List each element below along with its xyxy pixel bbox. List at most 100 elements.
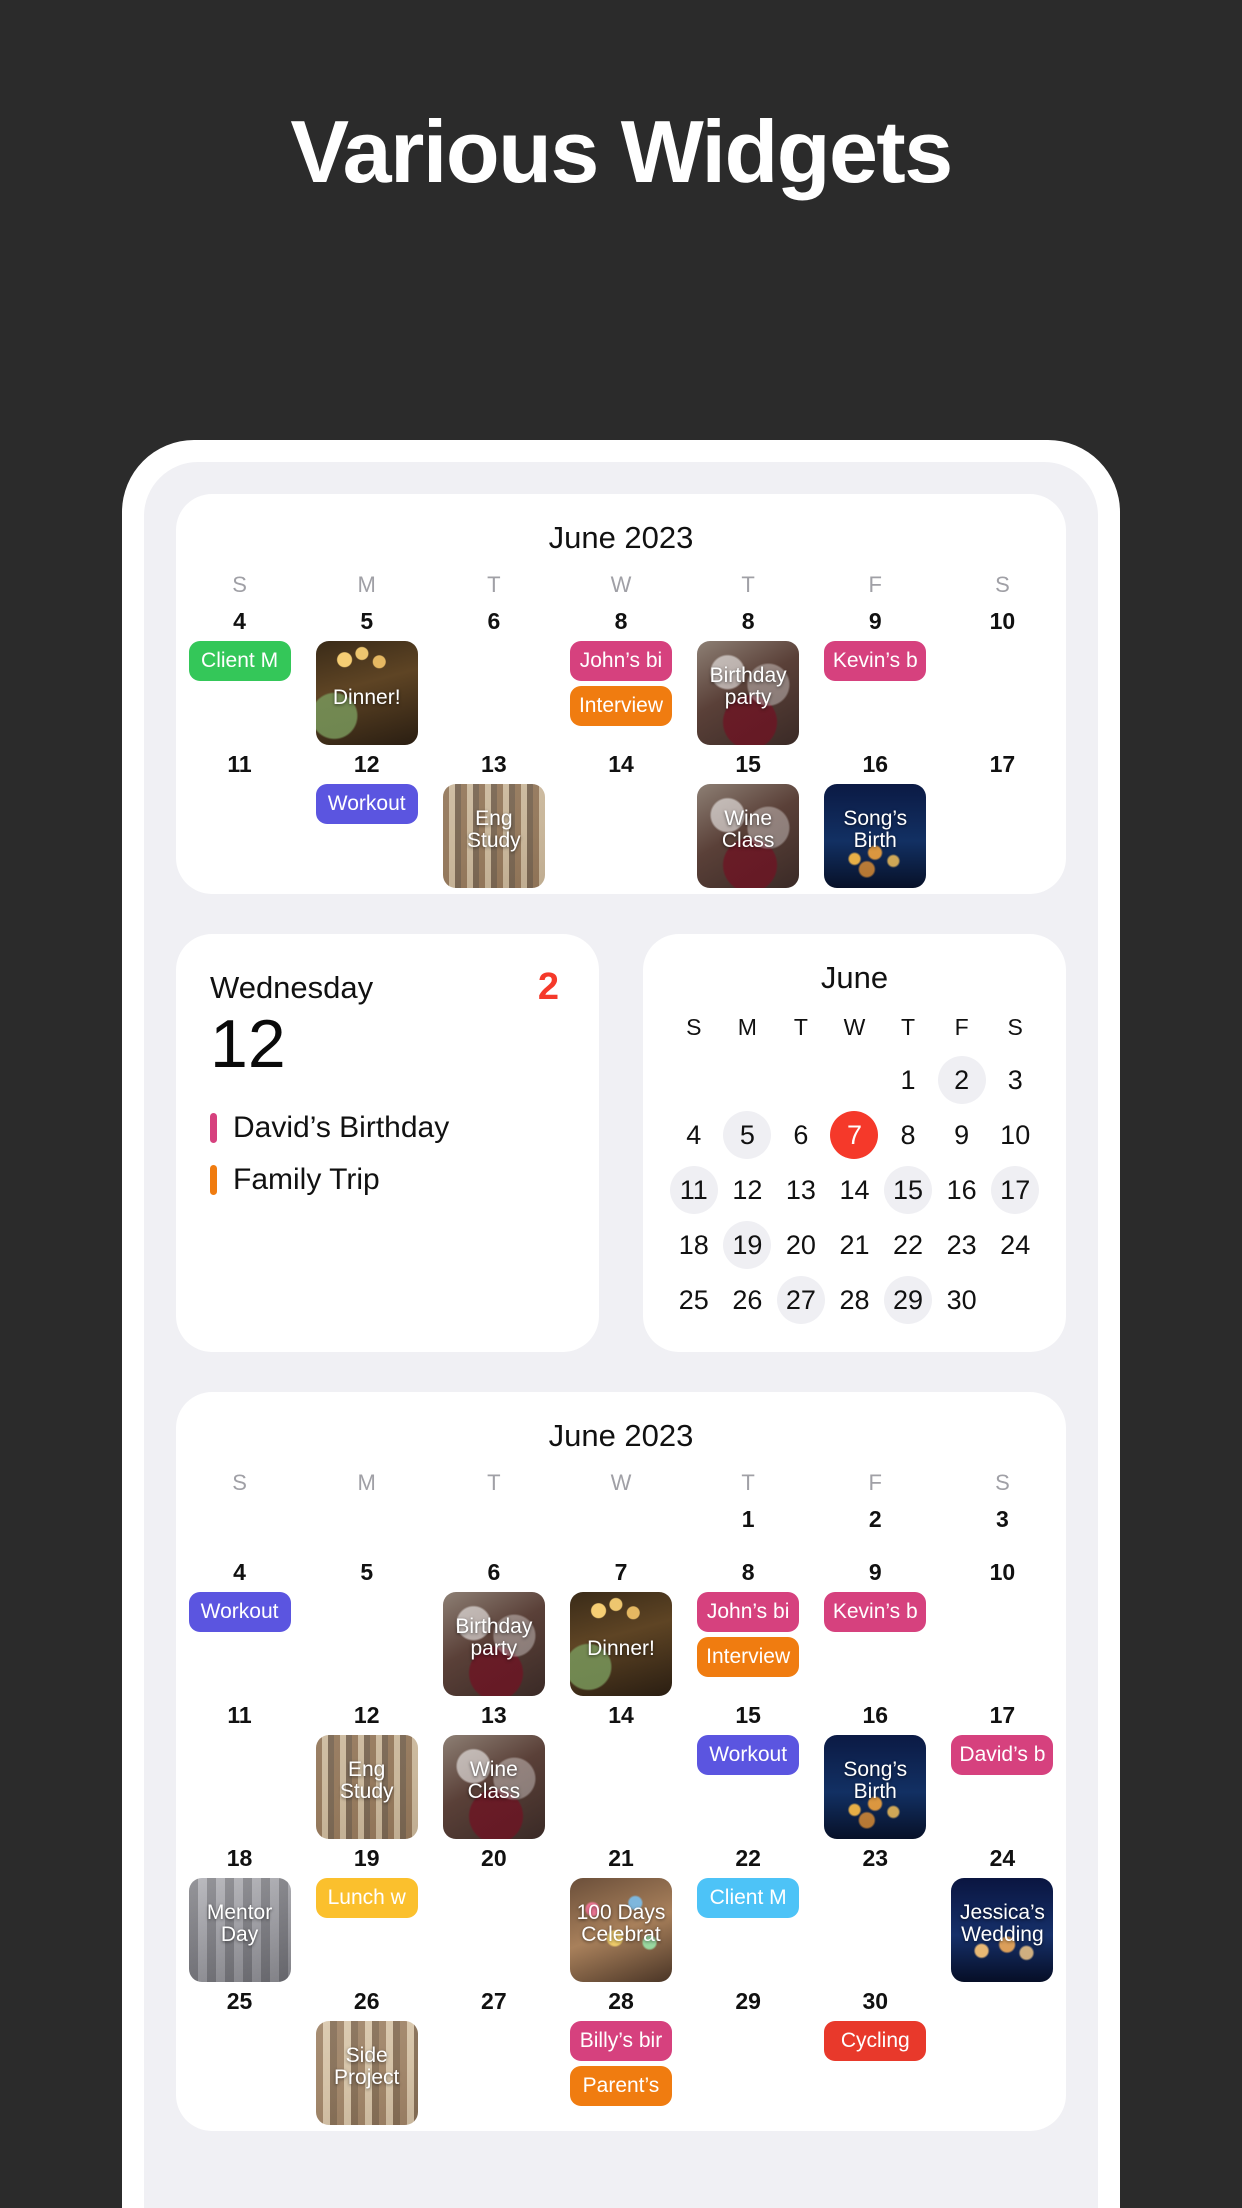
day-number[interactable]: 9 xyxy=(812,608,939,641)
day-number[interactable]: 8 xyxy=(685,608,812,641)
day-number[interactable]: 15 xyxy=(685,751,812,784)
mini-day-number[interactable]: 30 xyxy=(938,1276,986,1324)
mini-day-number[interactable]: 29 xyxy=(884,1276,933,1324)
event-photo-tile[interactable]: Birthday party xyxy=(442,1592,545,1696)
widget-day[interactable]: Wednesday 2 12 David’s Birthday Family Tr… xyxy=(176,934,599,1352)
event-photo-tile[interactable]: Eng Study xyxy=(442,784,545,888)
day-cell[interactable] xyxy=(430,641,557,751)
mini-day-cell[interactable]: 2 xyxy=(935,1056,989,1104)
day-cell[interactable]: 100 Days Celebrat xyxy=(557,1878,684,1988)
day-number[interactable]: 5 xyxy=(303,608,430,641)
day-cell[interactable] xyxy=(939,1592,1066,1702)
day-number[interactable]: 6 xyxy=(430,608,557,641)
day-number[interactable]: 10 xyxy=(939,1559,1066,1592)
day-number[interactable]: 21 xyxy=(557,1845,684,1878)
day-number[interactable]: 27 xyxy=(430,1988,557,2021)
mini-day-number[interactable]: 15 xyxy=(884,1166,933,1214)
mini-day-cell[interactable]: 9 xyxy=(935,1111,989,1159)
mini-day-number[interactable]: 8 xyxy=(884,1111,932,1159)
day-cell[interactable]: Dinner! xyxy=(303,641,430,751)
day-cell[interactable] xyxy=(557,1735,684,1845)
event-photo-tile[interactable]: Song’s Birth xyxy=(824,784,927,888)
event-chip[interactable]: Workout xyxy=(315,784,418,824)
mini-day-cell[interactable] xyxy=(667,1056,721,1104)
day-number[interactable]: 7 xyxy=(557,1559,684,1592)
event-chip[interactable]: Interview xyxy=(697,1637,800,1677)
day-number[interactable]: 22 xyxy=(685,1845,812,1878)
event-chip[interactable]: Kevin’s b xyxy=(824,641,927,681)
day-cell[interactable]: Eng Study xyxy=(303,1735,430,1845)
day-number[interactable]: 13 xyxy=(430,1702,557,1735)
day-cell[interactable]: Mentor Day xyxy=(176,1878,303,1988)
day-event-item[interactable]: Family Trip xyxy=(210,1163,565,1197)
day-number[interactable]: 2 xyxy=(812,1506,939,1539)
event-chip[interactable]: Workout xyxy=(697,1735,800,1775)
event-photo-tile[interactable]: Dinner! xyxy=(569,1592,672,1696)
event-photo-tile[interactable]: 100 Days Celebrat xyxy=(569,1878,672,1982)
mini-day-number[interactable]: 5 xyxy=(723,1111,772,1159)
day-number[interactable]: 13 xyxy=(430,751,557,784)
day-cell[interactable] xyxy=(939,1539,1066,1559)
event-chip[interactable]: Billy’s bir xyxy=(569,2021,672,2061)
event-chip[interactable]: Kevin’s b xyxy=(824,1592,927,1632)
mini-day-number[interactable]: 10 xyxy=(991,1111,1039,1159)
mini-day-number[interactable]: 27 xyxy=(776,1276,825,1324)
mini-day-cell[interactable]: 1 xyxy=(881,1056,935,1104)
day-cell[interactable]: Client M xyxy=(176,641,303,751)
mini-day-cell[interactable]: 6 xyxy=(774,1111,828,1159)
mini-day-number[interactable]: 18 xyxy=(670,1221,718,1269)
day-number[interactable]: 17 xyxy=(939,751,1066,784)
day-cell[interactable]: Birthday party xyxy=(685,641,812,751)
mini-day-number[interactable]: 4 xyxy=(670,1111,718,1159)
day-number[interactable]: 9 xyxy=(812,1559,939,1592)
mini-day-cell[interactable]: 26 xyxy=(721,1276,775,1324)
event-photo-tile[interactable]: Jessica’s Wedding xyxy=(951,1878,1054,1982)
day-number[interactable] xyxy=(939,1988,1066,2021)
day-cell[interactable] xyxy=(557,784,684,894)
day-number[interactable]: 8 xyxy=(557,608,684,641)
mini-day-number[interactable]: 20 xyxy=(777,1221,825,1269)
day-cell[interactable] xyxy=(176,784,303,894)
day-number[interactable] xyxy=(557,1506,684,1539)
event-chip[interactable]: Cycling xyxy=(824,2021,927,2061)
day-cell[interactable]: Song’s Birth xyxy=(812,784,939,894)
mini-day-number[interactable]: 2 xyxy=(937,1056,986,1104)
day-cell[interactable] xyxy=(176,1735,303,1845)
day-number[interactable]: 19 xyxy=(303,1845,430,1878)
day-number[interactable]: 18 xyxy=(176,1845,303,1878)
day-cell[interactable]: Billy’s bir Parent’s xyxy=(557,2021,684,2131)
mini-day-number[interactable]: 21 xyxy=(830,1221,878,1269)
mini-day-number[interactable]: 12 xyxy=(723,1166,771,1214)
mini-day-cell[interactable]: 21 xyxy=(828,1221,882,1269)
day-number[interactable]: 12 xyxy=(303,751,430,784)
mini-day-number[interactable]: 22 xyxy=(884,1221,932,1269)
day-cell[interactable] xyxy=(939,2021,1066,2131)
mini-day-cell[interactable]: 17 xyxy=(988,1166,1042,1214)
mini-day-cell[interactable]: 25 xyxy=(667,1276,721,1324)
day-number[interactable]: 16 xyxy=(812,1702,939,1735)
day-cell[interactable] xyxy=(557,1539,684,1559)
event-photo-tile[interactable]: Birthday party xyxy=(697,641,800,745)
day-cell[interactable]: Kevin’s b xyxy=(812,1592,939,1702)
day-number[interactable]: 25 xyxy=(176,1988,303,2021)
event-photo-tile[interactable]: Song’s Birth xyxy=(824,1735,927,1839)
day-cell[interactable]: Wine Class xyxy=(685,784,812,894)
day-number[interactable]: 17 xyxy=(939,1702,1066,1735)
day-number[interactable]: 5 xyxy=(303,1559,430,1592)
day-cell[interactable] xyxy=(939,784,1066,894)
mini-day-cell[interactable]: 27 xyxy=(774,1276,828,1324)
event-chip[interactable]: Interview xyxy=(569,686,672,726)
widget-month-top[interactable]: June 2023 SMTWTFS 4 5 6 8 8 9 10 Client M Dinner… xyxy=(176,494,1066,894)
mini-day-number[interactable]: 19 xyxy=(723,1221,772,1269)
mini-day-number[interactable]: 26 xyxy=(723,1276,771,1324)
mini-day-cell[interactable]: 10 xyxy=(988,1111,1042,1159)
day-number[interactable]: 14 xyxy=(557,1702,684,1735)
event-chip[interactable]: Parent’s xyxy=(569,2066,672,2106)
mini-day-cell[interactable]: 28 xyxy=(828,1276,882,1324)
day-number[interactable]: 4 xyxy=(176,608,303,641)
day-number[interactable]: 11 xyxy=(176,1702,303,1735)
mini-day-number[interactable]: 13 xyxy=(777,1166,825,1214)
mini-day-cell[interactable] xyxy=(774,1056,828,1104)
day-cell[interactable] xyxy=(430,2021,557,2131)
day-cell[interactable] xyxy=(176,2021,303,2131)
